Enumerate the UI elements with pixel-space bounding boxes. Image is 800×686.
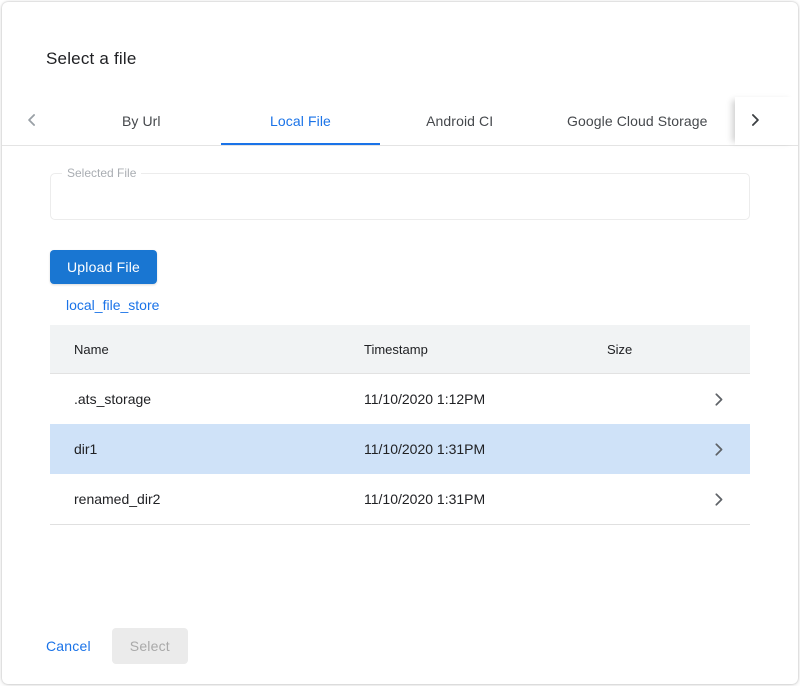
tab-label: Android CI [426,113,493,129]
tab-local-file[interactable]: Local File [221,97,380,145]
file-table-body: .ats_storage 11/10/2020 1:12PM dir1 11/1… [50,374,750,525]
chevron-right-icon [686,489,750,510]
tab-android-ci[interactable]: Android CI [380,97,539,145]
dialog-title: Select a file [46,48,798,70]
file-name: renamed_dir2 [50,491,340,507]
selected-file-field: Selected File [50,173,750,220]
selected-file-label: Selected File [62,166,141,180]
table-row-dir1[interactable]: dir1 11/10/2020 1:31PM [50,424,750,474]
file-timestamp: 11/10/2020 1:31PM [340,491,583,507]
tab-bar: By Url Local File Android CI Google Clou… [2,97,798,146]
local-file-store-link[interactable]: local_file_store [66,297,159,313]
tab-label: Google Cloud Storage [567,113,708,129]
file-name: .ats_storage [50,391,340,407]
file-table-header: Name Timestamp Size [50,325,750,374]
tab-google-cloud-storage[interactable]: Google Cloud Storage [539,97,735,145]
dialog-footer: Cancel Select [38,628,188,664]
dialog-content: Selected File Upload File local_file_sto… [2,173,798,525]
tab-label: By Url [122,113,161,129]
select-file-dialog: Select a file By Url Local File Android … [2,2,798,684]
column-header-size: Size [583,342,686,357]
upload-file-button[interactable]: Upload File [50,250,157,284]
table-row-renamed-dir2[interactable]: renamed_dir2 11/10/2020 1:31PM [50,474,750,524]
file-timestamp: 11/10/2020 1:12PM [340,391,583,407]
tabs-scroll-left-button[interactable] [2,97,62,145]
tab-label: Local File [270,113,331,129]
column-header-name: Name [50,342,340,357]
tabs-scroll-right-button[interactable] [735,97,798,145]
chevron-left-icon [22,110,42,133]
selected-file-input[interactable] [51,174,749,219]
table-row-ats-storage[interactable]: .ats_storage 11/10/2020 1:12PM [50,374,750,424]
tab-by-url[interactable]: By Url [62,97,221,145]
cancel-button[interactable]: Cancel [38,630,99,662]
file-name: dir1 [50,441,340,457]
file-table: Name Timestamp Size .ats_storage 11/10/2… [50,325,750,525]
column-header-timestamp: Timestamp [340,342,583,357]
chevron-right-icon [745,110,765,133]
chevron-right-icon [686,439,750,460]
chevron-right-icon [686,389,750,410]
select-button[interactable]: Select [112,628,188,664]
file-timestamp: 11/10/2020 1:31PM [340,441,583,457]
